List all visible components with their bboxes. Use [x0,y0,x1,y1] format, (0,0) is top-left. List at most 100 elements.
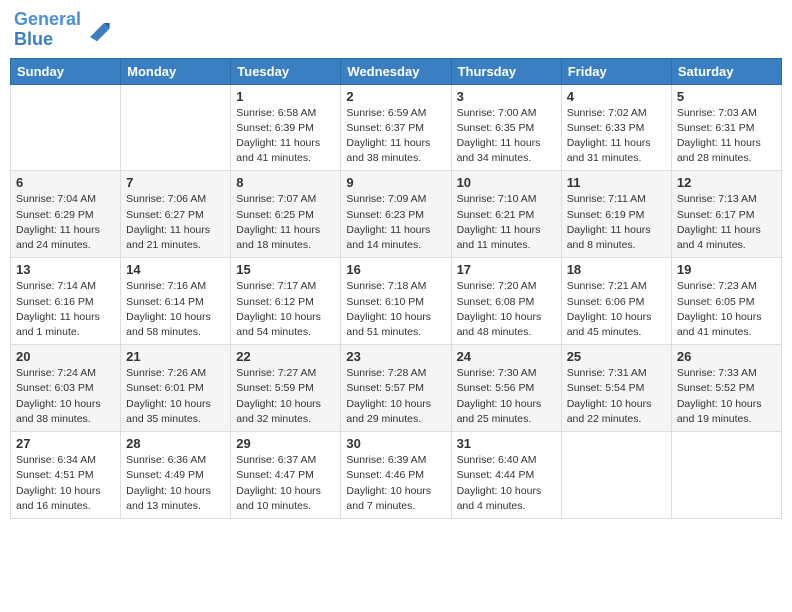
day-info: Sunrise: 7:24 AM Sunset: 6:03 PM Dayligh… [16,366,115,427]
day-info: Sunrise: 7:30 AM Sunset: 5:56 PM Dayligh… [457,366,556,427]
calendar-cell: 13 Sunrise: 7:14 AM Sunset: 6:16 PM Dayli… [11,258,121,345]
day-info: Sunrise: 7:07 AM Sunset: 6:25 PM Dayligh… [236,192,335,253]
day-info: Sunrise: 7:02 AM Sunset: 6:33 PM Dayligh… [567,106,666,167]
calendar-cell: 2 Sunrise: 6:59 AM Sunset: 6:37 PM Daylig… [341,84,451,171]
calendar-cell: 9 Sunrise: 7:09 AM Sunset: 6:23 PM Daylig… [341,171,451,258]
day-number: 21 [126,349,225,364]
day-info: Sunrise: 7:11 AM Sunset: 6:19 PM Dayligh… [567,192,666,253]
calendar-cell: 18 Sunrise: 7:21 AM Sunset: 6:06 PM Dayli… [561,258,671,345]
calendar-week-row: 6 Sunrise: 7:04 AM Sunset: 6:29 PM Daylig… [11,171,782,258]
calendar-cell [561,432,671,519]
day-number: 16 [346,262,445,277]
day-number: 4 [567,89,666,104]
day-header-monday: Monday [121,58,231,84]
day-info: Sunrise: 7:33 AM Sunset: 5:52 PM Dayligh… [677,366,776,427]
day-header-saturday: Saturday [671,58,781,84]
calendar-cell: 1Sunrise: 6:58 AM Sunset: 6:39 PM Daylig… [231,84,341,171]
day-number: 2 [346,89,445,104]
day-number: 30 [346,436,445,451]
day-number: 15 [236,262,335,277]
calendar-cell: 6 Sunrise: 7:04 AM Sunset: 6:29 PM Daylig… [11,171,121,258]
day-info: Sunrise: 6:36 AM Sunset: 4:49 PM Dayligh… [126,453,225,514]
calendar-cell: 29 Sunrise: 6:37 AM Sunset: 4:47 PM Dayli… [231,432,341,519]
day-number: 24 [457,349,556,364]
calendar-cell: 3Sunrise: 7:00 AM Sunset: 6:35 PM Daylig… [451,84,561,171]
day-info: Sunrise: 7:26 AM Sunset: 6:01 PM Dayligh… [126,366,225,427]
calendar-cell: 14 Sunrise: 7:16 AM Sunset: 6:14 PM Dayli… [121,258,231,345]
day-info: Sunrise: 7:09 AM Sunset: 6:23 PM Dayligh… [346,192,445,253]
calendar-cell: 25Sunrise: 7:31 AM Sunset: 5:54 PM Dayli… [561,345,671,432]
calendar-header-row: SundayMondayTuesdayWednesdayThursdayFrid… [11,58,782,84]
day-info: Sunrise: 6:37 AM Sunset: 4:47 PM Dayligh… [236,453,335,514]
page-header: General Blue [10,10,782,50]
calendar-week-row: 20 Sunrise: 7:24 AM Sunset: 6:03 PM Dayli… [11,345,782,432]
day-header-tuesday: Tuesday [231,58,341,84]
calendar-cell: 12 Sunrise: 7:13 AM Sunset: 6:17 PM Dayli… [671,171,781,258]
day-number: 7 [126,175,225,190]
day-number: 13 [16,262,115,277]
day-info: Sunrise: 7:14 AM Sunset: 6:16 PM Dayligh… [16,279,115,340]
day-info: Sunrise: 7:18 AM Sunset: 6:10 PM Dayligh… [346,279,445,340]
day-number: 26 [677,349,776,364]
calendar-cell: 10 Sunrise: 7:10 AM Sunset: 6:21 PM Dayli… [451,171,561,258]
calendar-cell: 4 Sunrise: 7:02 AM Sunset: 6:33 PM Daylig… [561,84,671,171]
calendar-cell: 30 Sunrise: 6:39 AM Sunset: 4:46 PM Dayli… [341,432,451,519]
calendar-week-row: 1Sunrise: 6:58 AM Sunset: 6:39 PM Daylig… [11,84,782,171]
calendar-cell: 11 Sunrise: 7:11 AM Sunset: 6:19 PM Dayli… [561,171,671,258]
calendar-cell: 19 Sunrise: 7:23 AM Sunset: 6:05 PM Dayli… [671,258,781,345]
logo-icon [83,16,111,44]
day-header-friday: Friday [561,58,671,84]
calendar-week-row: 13 Sunrise: 7:14 AM Sunset: 6:16 PM Dayli… [11,258,782,345]
day-number: 29 [236,436,335,451]
day-number: 10 [457,175,556,190]
logo-text: General Blue [14,10,81,50]
calendar-cell: 23Sunrise: 7:28 AM Sunset: 5:57 PM Dayli… [341,345,451,432]
calendar-cell: 8 Sunrise: 7:07 AM Sunset: 6:25 PM Daylig… [231,171,341,258]
calendar-cell: 22Sunrise: 7:27 AM Sunset: 5:59 PM Dayli… [231,345,341,432]
day-info: Sunrise: 7:06 AM Sunset: 6:27 PM Dayligh… [126,192,225,253]
day-info: Sunrise: 7:10 AM Sunset: 6:21 PM Dayligh… [457,192,556,253]
day-number: 6 [16,175,115,190]
calendar-table: SundayMondayTuesdayWednesdayThursdayFrid… [10,58,782,519]
day-info: Sunrise: 7:00 AM Sunset: 6:35 PM Dayligh… [457,106,556,167]
calendar-cell: 17Sunrise: 7:20 AM Sunset: 6:08 PM Dayli… [451,258,561,345]
day-info: Sunrise: 7:13 AM Sunset: 6:17 PM Dayligh… [677,192,776,253]
calendar-cell: 26 Sunrise: 7:33 AM Sunset: 5:52 PM Dayli… [671,345,781,432]
day-info: Sunrise: 7:04 AM Sunset: 6:29 PM Dayligh… [16,192,115,253]
day-info: Sunrise: 7:17 AM Sunset: 6:12 PM Dayligh… [236,279,335,340]
day-info: Sunrise: 6:34 AM Sunset: 4:51 PM Dayligh… [16,453,115,514]
day-info: Sunrise: 6:40 AM Sunset: 4:44 PM Dayligh… [457,453,556,514]
logo: General Blue [14,10,111,50]
calendar-cell: 21 Sunrise: 7:26 AM Sunset: 6:01 PM Dayli… [121,345,231,432]
day-number: 19 [677,262,776,277]
day-number: 11 [567,175,666,190]
calendar-cell [121,84,231,171]
day-number: 12 [677,175,776,190]
day-number: 18 [567,262,666,277]
calendar-cell: 28Sunrise: 6:36 AM Sunset: 4:49 PM Dayli… [121,432,231,519]
day-number: 14 [126,262,225,277]
day-number: 27 [16,436,115,451]
day-header-thursday: Thursday [451,58,561,84]
day-header-wednesday: Wednesday [341,58,451,84]
calendar-week-row: 27 Sunrise: 6:34 AM Sunset: 4:51 PM Dayli… [11,432,782,519]
day-number: 22 [236,349,335,364]
day-number: 25 [567,349,666,364]
day-info: Sunrise: 7:23 AM Sunset: 6:05 PM Dayligh… [677,279,776,340]
calendar-cell: 7 Sunrise: 7:06 AM Sunset: 6:27 PM Daylig… [121,171,231,258]
day-number: 9 [346,175,445,190]
day-header-sunday: Sunday [11,58,121,84]
day-info: Sunrise: 6:39 AM Sunset: 4:46 PM Dayligh… [346,453,445,514]
calendar-cell: 27 Sunrise: 6:34 AM Sunset: 4:51 PM Dayli… [11,432,121,519]
day-number: 8 [236,175,335,190]
day-info: Sunrise: 6:59 AM Sunset: 6:37 PM Dayligh… [346,106,445,167]
calendar-cell: 31 Sunrise: 6:40 AM Sunset: 4:44 PM Dayli… [451,432,561,519]
day-info: Sunrise: 7:20 AM Sunset: 6:08 PM Dayligh… [457,279,556,340]
day-info: Sunrise: 7:03 AM Sunset: 6:31 PM Dayligh… [677,106,776,167]
day-number: 1 [236,89,335,104]
day-number: 31 [457,436,556,451]
day-number: 5 [677,89,776,104]
day-info: Sunrise: 7:21 AM Sunset: 6:06 PM Dayligh… [567,279,666,340]
day-info: Sunrise: 7:16 AM Sunset: 6:14 PM Dayligh… [126,279,225,340]
day-number: 20 [16,349,115,364]
